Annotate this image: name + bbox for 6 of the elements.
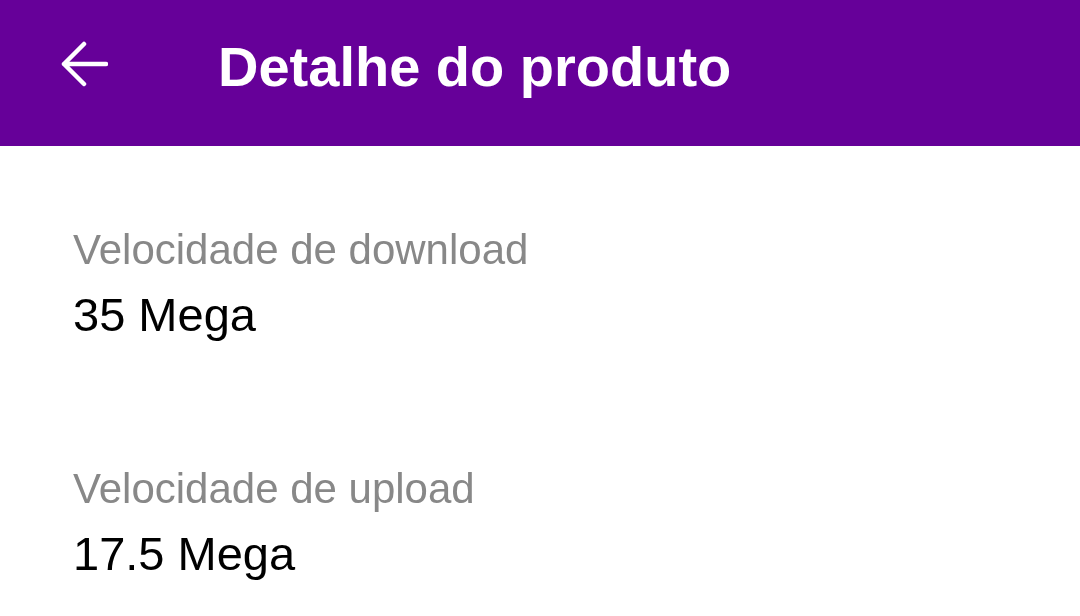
field-value: 17.5 Mega <box>73 526 297 582</box>
screen-title: Detalhe do produto <box>218 35 732 99</box>
field-label: Velocidade de download <box>73 226 530 274</box>
field-label: Velocidade de upload <box>73 465 476 513</box>
back-icon[interactable] <box>60 40 108 88</box>
field-value: 35 Mega <box>73 287 257 343</box>
